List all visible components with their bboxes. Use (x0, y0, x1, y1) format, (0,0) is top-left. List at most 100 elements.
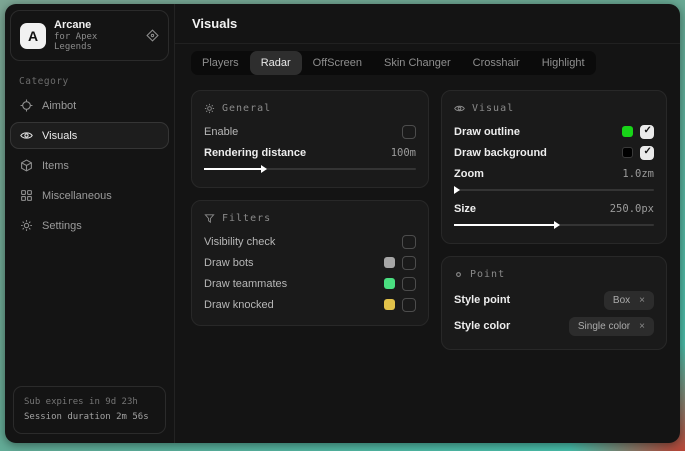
section-title: Filters (222, 213, 271, 224)
box-icon (20, 159, 33, 172)
gear-icon (20, 219, 33, 232)
compass-icon[interactable] (146, 29, 159, 42)
app-meta: Arcane for Apex Legends (54, 19, 138, 52)
draw-teammates-checkbox[interactable] (402, 277, 416, 291)
draw-teammates-color-swatch[interactable] (384, 278, 395, 289)
app-header-card: A Arcane for Apex Legends (10, 10, 169, 61)
section-title: General (222, 103, 271, 114)
eye-icon (20, 129, 33, 142)
sidebar-item-label: Miscellaneous (42, 190, 112, 202)
sidebar-item-settings[interactable]: Settings (10, 212, 169, 239)
zoom-value: 1.0zm (622, 168, 654, 180)
funnel-icon (204, 213, 215, 224)
zoom-slider[interactable] (454, 185, 654, 195)
tab-offscreen[interactable]: OffScreen (302, 51, 373, 75)
draw-background-label: Draw background (454, 147, 547, 159)
column-right: Visual Draw outline Draw background (441, 90, 667, 350)
sub-expiry-text: Sub expires in 9d 23h (24, 395, 155, 410)
style-color-label: Style color (454, 320, 510, 332)
style-color-chip-value: Single color (578, 321, 630, 332)
dot-icon (454, 270, 463, 279)
general-card-title: General (204, 99, 416, 121)
tab-crosshair[interactable]: Crosshair (462, 51, 531, 75)
sidebar-item-items[interactable]: Items (10, 152, 169, 179)
visual-card-title: Visual (454, 99, 654, 121)
sidebar: A Arcane for Apex Legends Category Aimbo… (5, 4, 175, 443)
draw-outline-color-swatch[interactable] (622, 126, 633, 137)
rendering-distance-label: Rendering distance (204, 147, 306, 159)
filters-card-title: Filters (204, 209, 416, 231)
slider-thumb[interactable] (261, 165, 267, 173)
tabs-wrap: Players Radar OffScreen Skin Changer Cro… (175, 44, 680, 75)
sidebar-spacer (5, 239, 174, 380)
enable-row: Enable (204, 121, 416, 142)
size-value: 250.0px (610, 203, 654, 215)
sidebar-item-label: Visuals (42, 130, 77, 142)
app-title: Arcane (54, 19, 138, 31)
draw-knocked-row: Draw knocked (204, 294, 416, 315)
sidebar-item-aimbot[interactable]: Aimbot (10, 92, 169, 119)
close-icon[interactable]: × (639, 321, 645, 332)
draw-outline-label: Draw outline (454, 126, 520, 138)
slider-thumb[interactable] (554, 221, 560, 229)
style-point-chip-value: Box (613, 295, 630, 306)
draw-knocked-color-swatch[interactable] (384, 299, 395, 310)
point-card-title: Point (454, 265, 654, 287)
draw-knocked-checkbox[interactable] (402, 298, 416, 312)
draw-background-checkbox[interactable] (640, 146, 654, 160)
grid-icon (20, 189, 33, 202)
general-card: General Enable Rendering distance 100m (191, 90, 429, 188)
app-window: A Arcane for Apex Legends Category Aimbo… (5, 4, 680, 443)
category-label: Category (19, 76, 160, 87)
sidebar-nav: Aimbot Visuals Items (5, 92, 174, 239)
enable-label: Enable (204, 126, 238, 138)
column-left: General Enable Rendering distance 100m (191, 90, 429, 326)
crosshair-icon (20, 99, 33, 112)
draw-outline-row: Draw outline (454, 121, 654, 142)
tab-players[interactable]: Players (191, 51, 250, 75)
point-card: Point Style point Box × Style color Sing… (441, 256, 667, 350)
tab-bar: Players Radar OffScreen Skin Changer Cro… (191, 51, 596, 75)
app-logo: A (20, 23, 46, 49)
rendering-distance-value: 100m (391, 147, 416, 159)
size-label: Size (454, 203, 476, 215)
draw-teammates-row: Draw teammates (204, 273, 416, 294)
tab-skin-changer[interactable]: Skin Changer (373, 51, 462, 75)
zoom-label: Zoom (454, 168, 484, 180)
section-title: Visual (472, 103, 514, 114)
sidebar-item-label: Aimbot (42, 100, 76, 112)
size-row: Size 250.0px (454, 198, 654, 219)
rendering-distance-row: Rendering distance 100m (204, 142, 416, 163)
sidebar-item-label: Settings (42, 220, 82, 232)
draw-bots-row: Draw bots (204, 252, 416, 273)
draw-bots-checkbox[interactable] (402, 256, 416, 270)
visual-card: Visual Draw outline Draw background (441, 90, 667, 244)
rendering-distance-slider[interactable] (204, 164, 416, 174)
visibility-check-checkbox[interactable] (402, 235, 416, 249)
section-title: Point (470, 269, 505, 280)
sidebar-item-label: Items (42, 160, 69, 172)
sidebar-item-visuals[interactable]: Visuals (10, 122, 169, 149)
zoom-row: Zoom 1.0zm (454, 163, 654, 184)
session-info-card: Sub expires in 9d 23h Session duration 2… (13, 386, 166, 434)
style-point-select[interactable]: Box × (604, 291, 654, 310)
style-color-select[interactable]: Single color × (569, 317, 654, 336)
draw-outline-checkbox[interactable] (640, 125, 654, 139)
draw-bots-color-swatch[interactable] (384, 257, 395, 268)
draw-bots-label: Draw bots (204, 257, 254, 269)
sidebar-item-miscellaneous[interactable]: Miscellaneous (10, 182, 169, 209)
draw-background-color-swatch[interactable] (622, 147, 633, 158)
enable-checkbox[interactable] (402, 125, 416, 139)
visibility-check-row: Visibility check (204, 231, 416, 252)
draw-knocked-label: Draw knocked (204, 299, 274, 311)
filters-card: Filters Visibility check Draw bots (191, 200, 429, 326)
gear-icon (204, 103, 215, 114)
slider-thumb[interactable] (454, 186, 460, 194)
style-point-label: Style point (454, 294, 510, 306)
tab-radar[interactable]: Radar (250, 51, 302, 75)
session-duration-text: Session duration 2m 56s (24, 410, 155, 425)
close-icon[interactable]: × (639, 295, 645, 306)
tab-highlight[interactable]: Highlight (531, 51, 596, 75)
size-slider[interactable] (454, 220, 654, 230)
visibility-check-label: Visibility check (204, 236, 275, 248)
